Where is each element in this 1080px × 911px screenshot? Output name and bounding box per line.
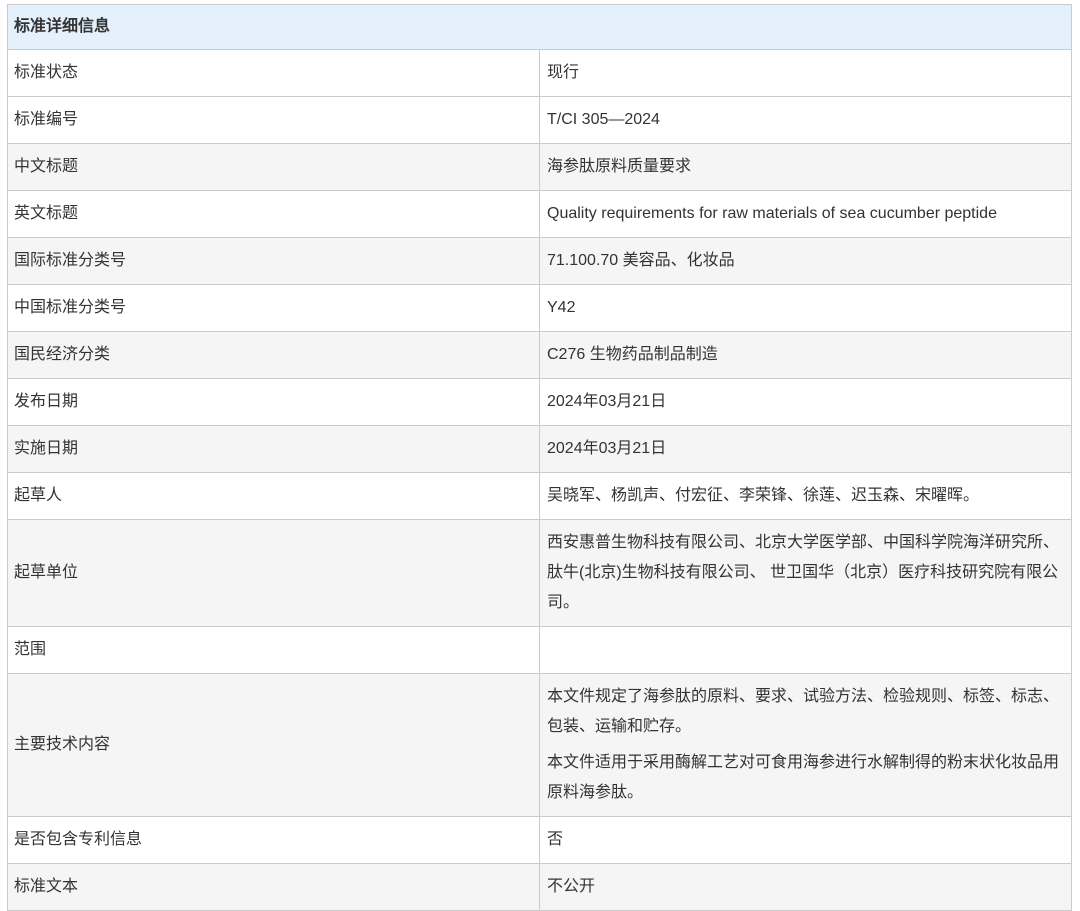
row-label: 国际标准分类号 bbox=[8, 238, 540, 285]
row-label: 实施日期 bbox=[8, 426, 540, 473]
row-value: T/CI 305—2024 bbox=[540, 97, 1072, 144]
row-value: C276 生物药品制品制造 bbox=[540, 332, 1072, 379]
table-row: 英文标题 Quality requirements for raw materi… bbox=[8, 191, 1072, 238]
table-header: 标准详细信息 bbox=[8, 5, 1072, 50]
row-value: 本文件规定了海参肽的原料、要求、试验方法、检验规则、标签、标志、包装、运输和贮存… bbox=[540, 674, 1072, 817]
table-row: 起草单位 西安惠普生物科技有限公司、北京大学医学部、中国科学院海洋研究所、肽牛(… bbox=[8, 520, 1072, 627]
row-label: 国民经济分类 bbox=[8, 332, 540, 379]
standard-details-panel: 标准详细信息 标准状态 现行 标准编号 T/CI 305—2024 中文标题 海… bbox=[7, 4, 1072, 911]
table-row: 主要技术内容 本文件规定了海参肽的原料、要求、试验方法、检验规则、标签、标志、包… bbox=[8, 674, 1072, 817]
row-label: 标准状态 bbox=[8, 50, 540, 97]
row-label: 起草人 bbox=[8, 473, 540, 520]
row-value: 海参肽原料质量要求 bbox=[540, 144, 1072, 191]
row-label: 范围 bbox=[8, 627, 540, 674]
row-label: 标准编号 bbox=[8, 97, 540, 144]
table-row: 中国标准分类号 Y42 bbox=[8, 285, 1072, 332]
table-title: 标准详细信息 bbox=[8, 5, 1072, 50]
row-label: 是否包含专利信息 bbox=[8, 817, 540, 864]
table-title-row: 标准详细信息 bbox=[8, 5, 1072, 50]
table-row: 国民经济分类 C276 生物药品制品制造 bbox=[8, 332, 1072, 379]
table-row: 起草人 吴晓军、杨凯声、付宏征、李荣锋、徐莲、迟玉森、宋曜晖。 bbox=[8, 473, 1072, 520]
row-label: 中文标题 bbox=[8, 144, 540, 191]
row-value: 吴晓军、杨凯声、付宏征、李荣锋、徐莲、迟玉森、宋曜晖。 bbox=[540, 473, 1072, 520]
table-row: 是否包含专利信息 否 bbox=[8, 817, 1072, 864]
row-value: Quality requirements for raw materials o… bbox=[540, 191, 1072, 238]
row-value: 西安惠普生物科技有限公司、北京大学医学部、中国科学院海洋研究所、肽牛(北京)生物… bbox=[540, 520, 1072, 627]
row-label: 中国标准分类号 bbox=[8, 285, 540, 332]
row-value: 2024年03月21日 bbox=[540, 379, 1072, 426]
table-body: 标准状态 现行 标准编号 T/CI 305—2024 中文标题 海参肽原料质量要… bbox=[8, 50, 1072, 911]
row-value bbox=[540, 627, 1072, 674]
row-value: 现行 bbox=[540, 50, 1072, 97]
row-label: 发布日期 bbox=[8, 379, 540, 426]
row-value: 否 bbox=[540, 817, 1072, 864]
row-value: 2024年03月21日 bbox=[540, 426, 1072, 473]
row-value: 不公开 bbox=[540, 864, 1072, 911]
table-row: 标准编号 T/CI 305—2024 bbox=[8, 97, 1072, 144]
table-row: 国际标准分类号 71.100.70 美容品、化妆品 bbox=[8, 238, 1072, 285]
table-row: 标准文本 不公开 bbox=[8, 864, 1072, 911]
table-row: 实施日期 2024年03月21日 bbox=[8, 426, 1072, 473]
row-label: 主要技术内容 bbox=[8, 674, 540, 817]
row-label: 英文标题 bbox=[8, 191, 540, 238]
standard-details-table: 标准详细信息 标准状态 现行 标准编号 T/CI 305—2024 中文标题 海… bbox=[7, 4, 1072, 911]
table-row: 中文标题 海参肽原料质量要求 bbox=[8, 144, 1072, 191]
value-paragraph: 本文件适用于采用酶解工艺对可食用海参进行水解制得的粉末状化妆品用原料海参肽。 bbox=[547, 748, 1065, 808]
row-label: 标准文本 bbox=[8, 864, 540, 911]
row-value: Y42 bbox=[540, 285, 1072, 332]
row-value: 71.100.70 美容品、化妆品 bbox=[540, 238, 1072, 285]
value-paragraph: 本文件规定了海参肽的原料、要求、试验方法、检验规则、标签、标志、包装、运输和贮存… bbox=[547, 682, 1065, 742]
table-row: 范围 bbox=[8, 627, 1072, 674]
table-row: 标准状态 现行 bbox=[8, 50, 1072, 97]
table-row: 发布日期 2024年03月21日 bbox=[8, 379, 1072, 426]
row-label: 起草单位 bbox=[8, 520, 540, 627]
